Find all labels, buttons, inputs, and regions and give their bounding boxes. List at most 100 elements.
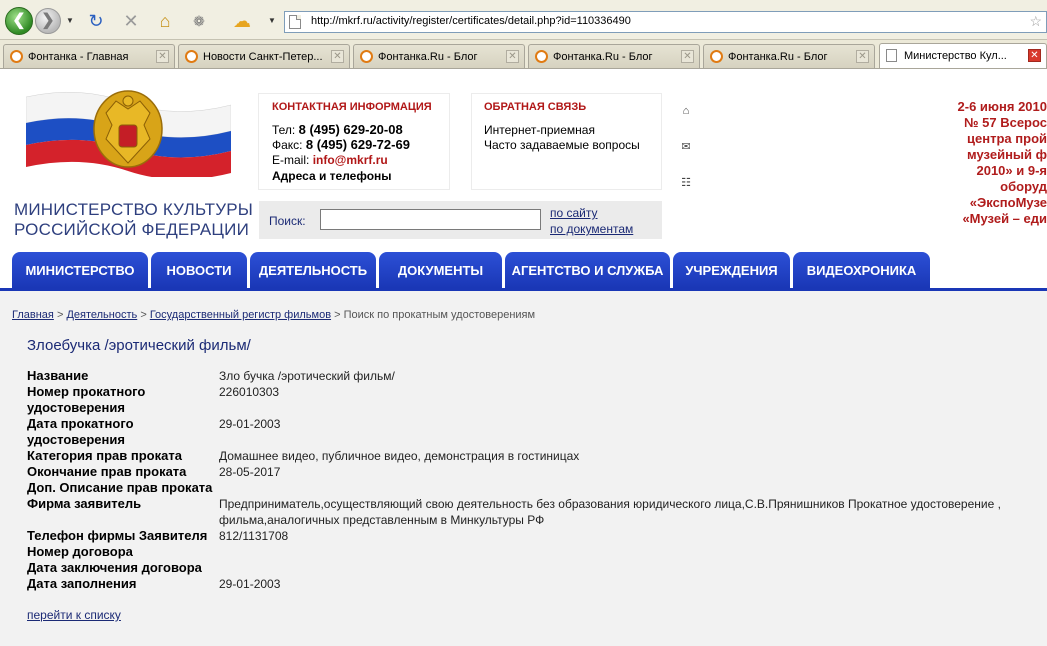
promo-line: 2010» и 9-я xyxy=(976,163,1047,178)
russian-flag-eagle-icon xyxy=(26,90,231,177)
menu-documents[interactable]: ДОКУМЕНТЫ xyxy=(379,252,502,288)
contact-heading: КОНТАКТНАЯ ИНФОРМАЦИЯ xyxy=(272,101,432,113)
tab-fontanka-blog-1[interactable]: Фонтанка.Ru - Блог ✕ xyxy=(353,44,525,68)
reload-icon[interactable]: ↻ xyxy=(86,11,106,31)
email-label: E-mail: xyxy=(272,153,310,167)
addon-icon[interactable]: ❁ xyxy=(189,11,209,31)
weather-icon[interactable]: ☁ xyxy=(232,11,252,31)
value-title: Зло бучка /эротический фильм/ xyxy=(219,369,395,383)
search-scope-docs-link[interactable]: по документам xyxy=(550,222,633,236)
mail-icon[interactable]: ✉ xyxy=(680,141,692,153)
label-certificate-number: Номер прокатного удостоверения xyxy=(27,384,146,415)
search-input[interactable] xyxy=(320,209,541,230)
label-rights-end: Окончание прав проката xyxy=(27,464,187,479)
search-scope-site-link[interactable]: по сайту xyxy=(550,206,598,220)
label-title: Название xyxy=(27,368,89,383)
faq-link[interactable]: Часто задаваемые вопросы xyxy=(484,138,640,152)
breadcrumb-home[interactable]: Главная xyxy=(12,309,54,321)
breadcrumb-sep: > xyxy=(56,309,64,321)
tab-fontanka-blog-3[interactable]: Фонтанка.Ru - Блог ✕ xyxy=(703,44,875,68)
promo-line: «Музей – еди xyxy=(962,211,1047,226)
page-title: Злоебучка /эротический фильм/ xyxy=(27,337,251,354)
value-applicant: Предприниматель,осуществляющий свою деят… xyxy=(219,497,1001,511)
browser-toolbar: ❮ ❯ ▼ ↻ ✕ ⌂ ❁ ☁ ▼ http://mkrf.ru/activit… xyxy=(0,0,1047,40)
label-rights-category: Категория прав проката xyxy=(27,448,182,463)
phone-label: Тел: xyxy=(272,123,296,137)
weather-dropdown-icon[interactable]: ▼ xyxy=(268,16,276,25)
feedback-box: ОБРАТНАЯ СВЯЗЬ Интернет-приемная Часто з… xyxy=(471,93,662,190)
internet-reception-link[interactable]: Интернет-приемная xyxy=(484,123,595,137)
logo-line-2: РОССИЙСКОЙ ФЕДЕРАЦИИ xyxy=(14,220,250,239)
breadcrumb-sep: > xyxy=(334,309,341,321)
value-certificate-number: 226010303 xyxy=(219,385,280,399)
tab-close-icon[interactable]: ✕ xyxy=(156,50,169,63)
fontanka-favicon-icon xyxy=(10,50,23,63)
value-certificate-date: 29-01-2003 xyxy=(219,417,281,431)
breadcrumb-activity[interactable]: Деятельность xyxy=(66,309,137,321)
page-favicon-icon xyxy=(886,49,897,62)
tab-close-icon[interactable]: ✕ xyxy=(506,50,519,63)
value-rights-end: 28-05-2017 xyxy=(219,465,281,479)
stop-icon[interactable]: ✕ xyxy=(121,11,141,31)
value-applicant-phone: 812/1131708 xyxy=(219,529,289,543)
contact-info-box: КОНТАКТНАЯ ИНФОРМАЦИЯ Тел: 8 (495) 629-2… xyxy=(258,93,450,190)
back-to-list-link[interactable]: перейти к списку xyxy=(27,608,121,622)
promo-announcement[interactable]: 2-6 июня 2010 № 57 Всерос центра прой му… xyxy=(847,99,1047,227)
tab-close-icon[interactable]: ✕ xyxy=(856,50,869,63)
breadcrumb-register[interactable]: Государственный регистр фильмов xyxy=(150,309,331,321)
breadcrumb-current: Поиск по прокатным удостоверениям xyxy=(343,309,536,321)
tab-close-icon[interactable]: ✕ xyxy=(1028,49,1041,62)
bookmark-star-icon[interactable]: ☆ xyxy=(1029,13,1042,30)
tab-close-icon[interactable]: ✕ xyxy=(681,50,694,63)
url-text[interactable]: http://mkrf.ru/activity/register/certifi… xyxy=(311,15,631,27)
home-icon[interactable]: ⌂ xyxy=(680,105,692,117)
promo-line: «ЭкспоМузе xyxy=(969,195,1047,210)
email-link[interactable]: info@mkrf.ru xyxy=(313,153,388,167)
back-button[interactable]: ❮ xyxy=(5,7,33,35)
forward-icon: ❯ xyxy=(41,12,55,29)
promo-line: центра прой xyxy=(967,131,1047,146)
menu-agency-service[interactable]: АГЕНТСТВО И СЛУЖБА xyxy=(505,252,670,288)
menu-video-chronicle[interactable]: ВИДЕОХРОНИКА xyxy=(793,252,930,288)
address-bar[interactable]: http://mkrf.ru/activity/register/certifi… xyxy=(284,11,1047,33)
promo-line: оборуд xyxy=(1000,179,1047,194)
search-label: Поиск: xyxy=(269,214,306,228)
page-icon xyxy=(289,15,301,29)
tab-news-spb[interactable]: Новости Санкт-Петер... ✕ xyxy=(178,44,350,68)
menu-news[interactable]: НОВОСТИ xyxy=(151,252,247,288)
addresses-link[interactable]: Адреса и телефоны xyxy=(272,169,392,183)
tab-label: Новости Санкт-Петер... xyxy=(203,51,323,63)
value-applicant-cont: фильма,аналогичных представленным в Минк… xyxy=(219,513,545,527)
fax-label: Факс: xyxy=(272,138,303,152)
fontanka-favicon-icon xyxy=(360,50,373,63)
back-icon: ❮ xyxy=(12,12,26,29)
home-icon[interactable]: ⌂ xyxy=(155,11,175,31)
fontanka-favicon-icon xyxy=(185,50,198,63)
fontanka-favicon-icon xyxy=(535,50,548,63)
contact-email: E-mail: info@mkrf.ru xyxy=(272,153,388,167)
tab-close-icon[interactable]: ✕ xyxy=(331,50,344,63)
tab-label: Министерство Кул... xyxy=(904,50,1007,62)
sitemap-icon[interactable]: ☷ xyxy=(680,177,692,189)
label-fill-date: Дата заполнения xyxy=(27,576,137,591)
value-fill-date: 29-01-2003 xyxy=(219,577,281,591)
tab-label: Фонтанка.Ru - Блог xyxy=(553,51,653,63)
menu-ministry[interactable]: МИНИСТЕРСТВО xyxy=(12,252,148,288)
forward-button[interactable]: ❯ xyxy=(35,8,61,34)
menu-activity[interactable]: ДЕЯТЕЛЬНОСТЬ xyxy=(250,252,376,288)
tab-fontanka-main[interactable]: Фонтанка - Главная ✕ xyxy=(3,44,175,68)
breadcrumb: Главная > Деятельность > Государственный… xyxy=(12,309,535,321)
web-page: МИНИСТЕРСТВО КУЛЬТУРЫ РОССИЙСКОЙ ФЕДЕРАЦ… xyxy=(0,69,1047,646)
history-dropdown-icon[interactable]: ▼ xyxy=(66,16,74,25)
logo-line-1: МИНИСТЕРСТВО КУЛЬТУРЫ xyxy=(14,200,253,219)
ministry-logo[interactable]: МИНИСТЕРСТВО КУЛЬТУРЫ РОССИЙСКОЙ ФЕДЕРАЦ… xyxy=(8,79,253,249)
tab-label: Фонтанка.Ru - Блог xyxy=(728,51,828,63)
phone-number: 8 (495) 629-20-08 xyxy=(298,122,403,137)
tab-ministry-culture[interactable]: Министерство Кул... ✕ xyxy=(879,43,1047,68)
promo-line: музейный ф xyxy=(967,147,1047,162)
menu-institutions[interactable]: УЧРЕЖДЕНИЯ xyxy=(673,252,790,288)
tab-fontanka-blog-2[interactable]: Фонтанка.Ru - Блог ✕ xyxy=(528,44,700,68)
label-certificate-date: Дата прокатного удостоверения xyxy=(27,416,134,447)
fontanka-favicon-icon xyxy=(710,50,723,63)
label-applicant: Фирма заявитель xyxy=(27,496,142,511)
